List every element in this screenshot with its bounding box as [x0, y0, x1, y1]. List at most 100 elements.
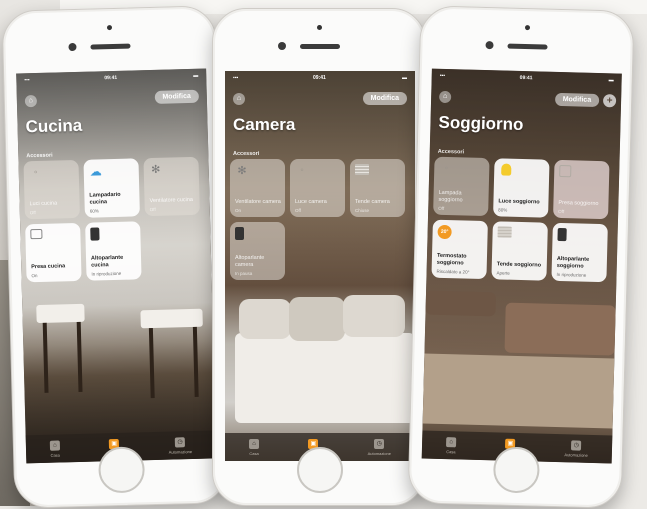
edit-button[interactable]: Modifica — [554, 92, 600, 107]
automation-icon: ◷ — [374, 438, 385, 449]
speaker-icon — [235, 227, 244, 240]
fan-icon: ✻ — [237, 165, 247, 177]
blinds-icon — [497, 226, 512, 238]
earpiece-speaker — [507, 43, 548, 50]
screen: ▪▪▪ 09:41 ▬ ⌂ Modifica Cucina Accessori … — [16, 68, 217, 464]
cloud-icon: ☁ — [89, 164, 102, 179]
tab-label: Automazione — [564, 451, 588, 458]
accessory-tile[interactable]: Presa soggiorno Off — [553, 159, 610, 220]
blinds-icon — [355, 164, 369, 175]
signal-icon: ▪▪▪ — [233, 75, 239, 81]
frame-icon — [559, 164, 572, 178]
accessory-name: Presa soggiorno — [558, 199, 599, 207]
accessory-name: Ventilatore cucina — [149, 196, 194, 204]
accessory-tile[interactable]: ✻ Ventilatore camera On — [230, 159, 285, 217]
pillow — [343, 295, 405, 337]
accessory-tile[interactable]: Tende camera Chiuse — [350, 159, 405, 217]
accessory-name: Tende camera — [355, 198, 390, 205]
bulb-on-icon — [501, 163, 512, 176]
front-camera — [485, 41, 494, 50]
bed — [235, 333, 415, 423]
accessory-tile[interactable]: Presa cucina On — [25, 222, 82, 283]
tab-casa[interactable]: ⌂ Casa — [446, 436, 457, 454]
accessory-name: Altoparlante camera — [235, 255, 265, 268]
tab-label: Casa — [446, 448, 456, 454]
accessory-name: Luci cucina — [29, 199, 58, 207]
front-camera — [278, 42, 286, 50]
accessory-tile[interactable]: Tende soggiorno Aperte — [491, 221, 548, 281]
accessory-tile[interactable]: ◦ Luce camera Off — [290, 159, 345, 217]
home-button[interactable] — [297, 447, 343, 493]
tab-casa[interactable]: ⌂ Casa — [249, 438, 260, 456]
accessory-name: Altoparlante soggiorno — [556, 255, 590, 270]
accessory-status: Off — [295, 208, 301, 213]
accessory-name: Presa cucina — [31, 262, 66, 270]
tab-automazione[interactable]: ◷ Automazione — [564, 439, 588, 458]
accessory-name: Luce camera — [295, 198, 327, 205]
thermostat-icon: 20° — [437, 224, 452, 240]
room-title: Camera — [233, 115, 296, 134]
screen: ▪▪▪ 09:41 ▬ ⌂ Modifica + Soggiorno Acces… — [421, 68, 622, 464]
accessory-status: Riscaldato a 20° — [436, 268, 470, 275]
accessory-status: 60% — [89, 208, 99, 214]
accessory-tile[interactable]: ◦ Lampada soggiorno Off — [433, 156, 490, 217]
accessory-grid: ◦ Lampada soggiorno Off Luce soggiorno 8… — [431, 156, 619, 283]
accessory-status: Off — [149, 206, 156, 213]
home-settings-icon[interactable]: ⌂ — [233, 93, 245, 105]
home-button[interactable] — [97, 446, 146, 494]
signal-icon: ▪▪▪ — [439, 72, 446, 79]
automation-icon: ◷ — [175, 436, 186, 447]
accessory-tile[interactable]: Altoparlante camera In pausa — [230, 222, 285, 280]
accessory-name: Ventilatore camera — [235, 198, 281, 205]
tab-automazione[interactable]: ◷ Automazione — [367, 438, 391, 456]
tab-label: Automazione — [367, 450, 391, 456]
phone-camera: ▪▪▪ 09:41 ▬ ⌂ Modifica Camera Accessori … — [212, 8, 426, 506]
home-button[interactable] — [492, 446, 541, 494]
status-bar: ▪▪▪ 09:41 ▬ — [233, 75, 407, 85]
accessory-tile[interactable]: ☁ Lampadario cucina 60% — [83, 158, 140, 218]
tab-label: Casa — [249, 450, 259, 456]
accessory-name: Altoparlante cucina — [90, 254, 124, 269]
accessory-status: In pausa — [235, 271, 253, 276]
phone-cucina: ▪▪▪ 09:41 ▬ ⌂ Modifica Cucina Accessori … — [1, 5, 229, 509]
fan-icon: ✻ — [150, 163, 161, 177]
accessory-tile[interactable]: Altoparlante soggiorno In riproduzione — [551, 222, 608, 283]
phone-soggiorno: ▪▪▪ 09:41 ▬ ⌂ Modifica + Soggiorno Acces… — [407, 5, 635, 509]
tab-label: Casa — [50, 452, 60, 458]
accessory-tile[interactable]: 20° Termostato soggiorno Riscaldato a 20… — [431, 219, 488, 280]
accessory-tile[interactable]: Luce soggiorno 80% — [493, 158, 550, 218]
pillow — [239, 299, 291, 339]
house-icon: ⌂ — [446, 436, 457, 447]
accessory-name: Lampada soggiorno — [438, 189, 463, 203]
accessory-tile[interactable]: Altoparlante cucina In riproduzione — [85, 221, 142, 281]
accessory-tile[interactable]: ◦ Luci cucina Off — [23, 159, 80, 220]
section-label: Accessori — [437, 148, 465, 156]
sensor-dot — [106, 25, 113, 31]
status-time: 09:41 — [519, 74, 533, 82]
house-icon: ⌂ — [49, 440, 61, 451]
earpiece-speaker — [300, 44, 340, 49]
speaker-icon — [90, 227, 100, 241]
status-time: 09:41 — [313, 75, 326, 81]
pillow — [289, 297, 345, 341]
tab-automazione[interactable]: ◷ Automazione — [168, 436, 193, 455]
accessory-status: Off — [438, 205, 445, 211]
section-label: Accessori — [233, 151, 260, 157]
plug-icon — [30, 228, 43, 240]
edit-button[interactable]: Modifica — [154, 89, 199, 104]
screen: ▪▪▪ 09:41 ▬ ⌂ Modifica Camera Accessori … — [225, 71, 415, 461]
tab-label: Automazione — [168, 448, 193, 455]
accessory-name: Lampadario cucina — [89, 191, 121, 206]
accessory-status: Off — [558, 208, 565, 215]
bulb-icon: ◦ — [444, 162, 449, 175]
accessory-tile[interactable]: ✻ Ventilatore cucina Off — [143, 156, 200, 217]
bulb-icon: ◦ — [33, 167, 38, 179]
accessory-name: Luce soggiorno — [498, 197, 540, 205]
edit-button[interactable]: Modifica — [362, 92, 407, 105]
front-camera — [68, 42, 77, 52]
room-title: Cucina — [25, 115, 83, 137]
house-icon: ⌂ — [249, 438, 260, 449]
rug — [422, 353, 615, 429]
accessory-status: Off — [29, 210, 36, 216]
tab-casa[interactable]: ⌂ Casa — [49, 440, 61, 458]
